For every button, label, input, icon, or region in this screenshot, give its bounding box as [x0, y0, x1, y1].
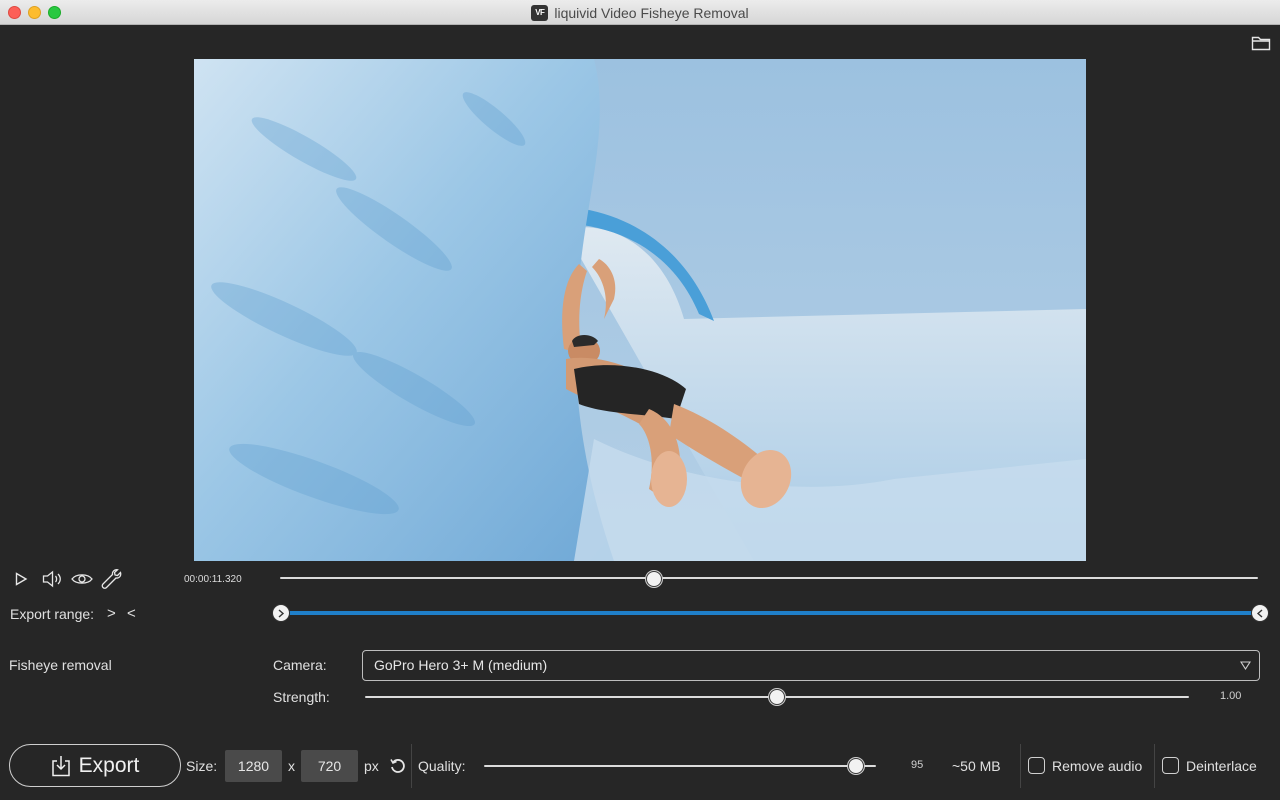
deinterlace-label: Deinterlace: [1186, 758, 1257, 774]
wrench-icon[interactable]: [101, 569, 123, 589]
chevron-left-icon: [1256, 608, 1263, 618]
separator: [411, 744, 412, 788]
chevron-right-icon: [278, 608, 285, 618]
deinterlace-checkbox[interactable]: [1162, 757, 1179, 774]
video-frame: [194, 59, 1086, 561]
export-button[interactable]: Export: [9, 744, 181, 787]
quality-value: 95: [911, 759, 924, 771]
playback-timecode: 00:00:11.320: [184, 574, 242, 585]
quality-label: Quality:: [418, 758, 466, 774]
camera-select[interactable]: GoPro Hero 3+ M (medium): [362, 650, 1260, 681]
speaker-icon[interactable]: [42, 570, 64, 588]
export-button-label: Export: [78, 753, 140, 777]
range-end-handle[interactable]: [1251, 604, 1269, 622]
remove-audio-checkbox[interactable]: [1028, 757, 1045, 774]
fisheye-section-label: Fisheye removal: [9, 657, 112, 673]
set-range-start-button[interactable]: >: [107, 605, 116, 622]
camera-label: Camera:: [273, 657, 327, 673]
strength-label: Strength:: [273, 689, 330, 705]
strength-value: 1.00: [1220, 690, 1242, 702]
app-icon: VF: [531, 4, 549, 21]
strength-knob[interactable]: [769, 689, 785, 705]
window-title: liquivid Video Fisheye Removal: [554, 4, 749, 21]
size-unit-label: px: [364, 758, 379, 774]
reset-icon[interactable]: [389, 757, 406, 774]
size-separator: x: [288, 758, 295, 774]
eye-icon[interactable]: [71, 572, 93, 586]
width-input[interactable]: [225, 750, 282, 782]
playback-track[interactable]: [280, 577, 1258, 579]
set-range-end-button[interactable]: <: [127, 605, 136, 622]
export-range-label: Export range:: [10, 606, 95, 622]
size-label: Size:: [186, 758, 218, 774]
remove-audio-label: Remove audio: [1052, 758, 1143, 774]
quality-knob[interactable]: [848, 758, 865, 774]
range-start-handle[interactable]: [272, 604, 290, 622]
height-input[interactable]: [301, 750, 358, 782]
chevron-down-icon: [1240, 661, 1251, 670]
quality-track[interactable]: [484, 765, 876, 767]
camera-select-value: GoPro Hero 3+ M (medium): [374, 657, 548, 673]
estimated-size: ~50 MB: [952, 758, 1001, 774]
window-title-group: VF liquivid Video Fisheye Removal: [0, 0, 1280, 25]
export-range-bar: [281, 611, 1260, 615]
title-bar: VF liquivid Video Fisheye Removal: [0, 0, 1280, 25]
playhead-knob[interactable]: [645, 571, 662, 587]
download-icon: [51, 755, 70, 776]
folder-icon[interactable]: [1251, 35, 1271, 51]
separator: [1020, 744, 1021, 788]
play-icon[interactable]: [14, 572, 28, 586]
separator: [1154, 744, 1155, 788]
video-preview: [194, 59, 1086, 561]
